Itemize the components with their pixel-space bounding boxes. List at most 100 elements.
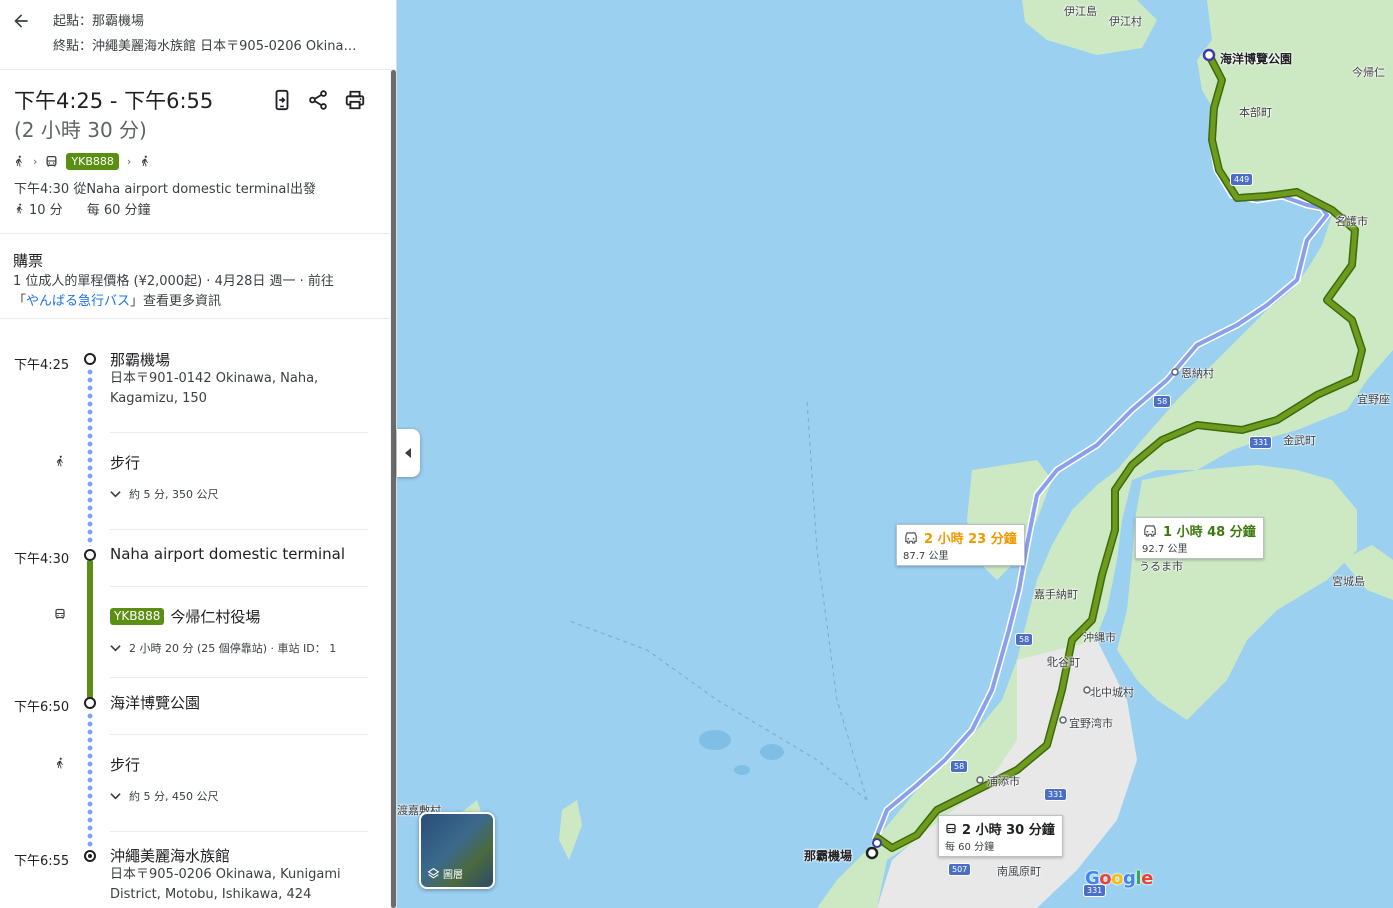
ferry-line xyxy=(566,619,868,801)
collapse-panel-button[interactable] xyxy=(397,429,420,477)
print-button[interactable] xyxy=(341,86,369,114)
road-shield: 449 xyxy=(1230,173,1254,186)
road-shield: 507 xyxy=(948,863,972,876)
departure-info: 下午4:30 從Naha airport domestic terminal出發 xyxy=(14,182,316,197)
walk-step-detail: 約 5 分, 450 公尺 xyxy=(129,790,219,803)
stop-time: 下午4:25 xyxy=(14,358,70,373)
walk-icon xyxy=(16,155,23,167)
walk-step-expand[interactable]: 約 5 分, 350 公尺 xyxy=(110,486,218,502)
stop-name[interactable]: 沖繩美麗海水族館 xyxy=(110,845,230,866)
divider xyxy=(110,529,368,530)
chevron-right-icon: › xyxy=(126,154,132,168)
send-to-phone-icon xyxy=(275,89,289,111)
panel-scrollbar[interactable] xyxy=(390,70,396,908)
walk-minutes: 10 分 xyxy=(29,203,63,218)
place-label-park[interactable]: 海洋博覽公園 xyxy=(1220,50,1292,67)
walk-step-label: 步行 xyxy=(110,756,141,774)
walk-step-expand[interactable]: 約 5 分, 450 公尺 xyxy=(110,788,218,804)
bus-step-expand[interactable]: 2 小時 20 分 (25 個停靠站) · 車站 ID： 1 xyxy=(110,640,336,656)
directions-header: 起點：那霸機場 終點：沖繩美麗海水族館 日本〒905-0206 Okina… xyxy=(0,0,396,70)
chevron-down-icon xyxy=(110,491,121,498)
bus-step-detail: 2 小時 20 分 (25 個停靠站) · 車站 ID： 1 xyxy=(129,642,337,655)
chevron-down-icon xyxy=(110,793,121,800)
route-time-row: 2 小時 23 分鐘 xyxy=(903,528,1017,547)
tickets-price-line: 1 位成人的單程價格 (¥2,000起) · 4月28日 週一 · 前往 xyxy=(13,274,334,289)
stop-name[interactable]: Naha airport domestic terminal xyxy=(110,545,345,563)
route-time-row: 1 小時 48 分鐘 xyxy=(1142,521,1256,540)
place-label-naha-airport[interactable]: 那霸機場 xyxy=(804,847,852,864)
place-label-ginowan: 宜野湾市 xyxy=(1069,717,1113,730)
tickets-link-suffix: 」查看更多資訊 xyxy=(130,294,222,309)
layers-button[interactable]: 圖層 xyxy=(419,812,495,889)
trip-modes: › YKB888 › xyxy=(13,152,151,170)
walk-icon xyxy=(57,757,64,769)
destination-marker[interactable] xyxy=(1202,48,1216,62)
road-shield: 58 xyxy=(1015,633,1034,646)
place-label-chatan: 北谷町 xyxy=(1047,656,1080,669)
origin-name: 那霸機場 xyxy=(92,14,145,29)
destination-name: 沖繩美麗海水族館 日本〒905-0206 Okina… xyxy=(92,39,357,54)
arrow-back-icon xyxy=(14,14,28,28)
send-to-phone-button[interactable] xyxy=(268,86,296,114)
walk-dotted-line xyxy=(87,368,93,546)
road-shield: 331 xyxy=(1044,788,1068,801)
route-distance: 92.7 公里 xyxy=(1142,544,1188,555)
route-option-car-alt[interactable]: 2 小時 23 分鐘 87.7 公里 xyxy=(896,524,1025,566)
chevron-down-icon xyxy=(110,645,121,652)
map-base xyxy=(452,0,1393,908)
trip-duration: (2 小時 30 分) xyxy=(14,118,147,142)
place-dot xyxy=(1059,716,1067,724)
destination-label: 終點： xyxy=(53,39,93,54)
layers-icon xyxy=(427,867,440,879)
car-icon xyxy=(905,532,917,544)
destination-node xyxy=(84,850,96,862)
walk-and-frequency: 10 分 每 60 分鐘 xyxy=(14,199,151,218)
stop-time: 下午6:55 xyxy=(14,854,70,869)
scrollbar-thumb[interactable] xyxy=(391,70,396,908)
road-shield: 331 xyxy=(1249,436,1273,449)
place-label-iemura: 伊江村 xyxy=(1109,15,1142,28)
bus-icon xyxy=(946,823,956,833)
walk-dotted-line xyxy=(87,712,93,848)
bus-icon xyxy=(46,155,57,167)
stop-name[interactable]: 海洋博覽公園 xyxy=(110,692,200,713)
bus-line-badge: YKB888 xyxy=(66,152,119,170)
reef xyxy=(760,744,784,760)
place-label-kitanakagusuku: 北中城村 xyxy=(1090,686,1134,699)
map-canvas[interactable]: 伊江島 伊江村 海洋博覽公園 今帰仁 本部町 名護市 恩納村 宜野座 金武町 う… xyxy=(397,0,1393,908)
bus-icon xyxy=(55,608,65,619)
route-distance: 87.7 公里 xyxy=(903,551,949,562)
bus-route-line xyxy=(87,561,93,698)
place-label-miyagi: 宮城島 xyxy=(1332,575,1365,588)
share-button[interactable] xyxy=(304,86,332,114)
operator-link[interactable]: やんばる急行バス xyxy=(26,294,130,309)
divider xyxy=(110,586,368,587)
tickets-title: 購票 xyxy=(13,252,44,270)
road-shield: 58 xyxy=(1153,395,1172,408)
route-option-car-main[interactable]: 1 小時 48 分鐘 92.7 公里 xyxy=(1135,517,1264,559)
east-peninsula xyxy=(1117,465,1357,720)
place-label-kadena: 嘉手納町 xyxy=(1034,588,1078,601)
origin-line[interactable]: 起點：那霸機場 xyxy=(53,10,144,29)
walk-icon xyxy=(142,155,149,167)
stop-name[interactable]: 那霸機場 xyxy=(110,349,170,370)
place-label-motobu: 本部町 xyxy=(1239,106,1272,119)
place-label-nakijin: 今帰仁 xyxy=(1352,66,1385,79)
stop-address: 日本〒901-0142 Okinawa, Naha, Kagamizu, 150 xyxy=(110,371,319,406)
road-shield: 58 xyxy=(950,760,969,773)
walk-icon xyxy=(16,203,23,214)
place-label-nago: 名護市 xyxy=(1335,215,1368,228)
route-time: 2 小時 23 分鐘 xyxy=(924,532,1017,547)
route-option-transit[interactable]: 2 小時 30 分鐘 每 60 分鐘 xyxy=(938,815,1063,857)
bus-step-icon-wrap xyxy=(53,606,67,622)
back-button[interactable] xyxy=(8,8,34,34)
tickets-section: 購票 1 位成人的單程價格 (¥2,000起) · 4月28日 週一 · 前往 … xyxy=(0,234,390,319)
place-label-onna: 恩納村 xyxy=(1181,367,1214,380)
divider xyxy=(110,677,368,678)
layers-label: 圖層 xyxy=(443,870,463,881)
destination-line[interactable]: 終點：沖繩美麗海水族館 日本〒905-0206 Okina… xyxy=(53,35,356,54)
print-icon xyxy=(345,90,365,110)
place-dot xyxy=(1171,368,1179,376)
origin-marker[interactable] xyxy=(865,846,879,860)
bus-step-line[interactable]: YKB888 今帰仁村役場 xyxy=(110,606,260,627)
